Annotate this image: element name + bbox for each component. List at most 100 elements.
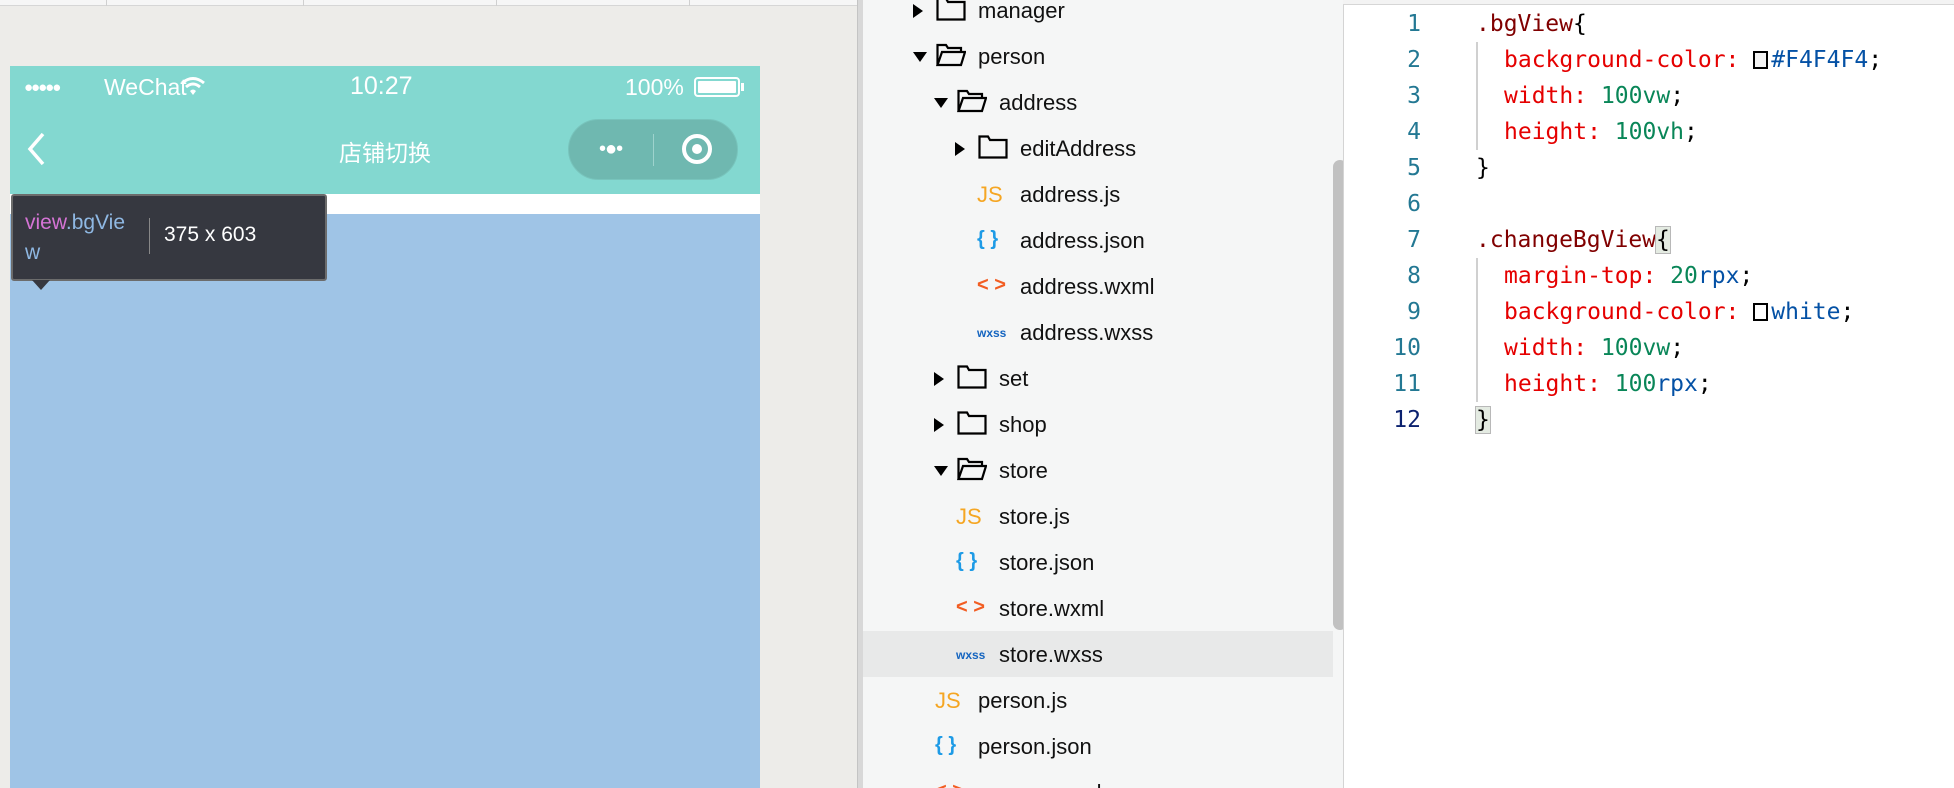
code-token: { bbox=[1572, 11, 1587, 37]
code-text: } bbox=[1476, 150, 1490, 186]
tooltip-arrow bbox=[32, 280, 50, 290]
js-file-icon: JS bbox=[935, 688, 961, 713]
indent-guide bbox=[1476, 330, 1478, 366]
code-line[interactable]: 5} bbox=[1344, 150, 1954, 186]
code-text: .bgView{ bbox=[1476, 6, 1587, 42]
folder-open-icon bbox=[957, 89, 987, 113]
tree-item-label: person.wxml bbox=[978, 780, 1101, 788]
tree-item-store-json[interactable]: { } store.json bbox=[863, 539, 1333, 585]
more-icon[interactable]: •●• bbox=[599, 138, 623, 161]
code-token: { bbox=[1655, 226, 1671, 254]
tree-item-label: manager bbox=[978, 0, 1065, 23]
line-number: 7 bbox=[1407, 227, 1421, 253]
tree-item-label: shop bbox=[999, 412, 1047, 437]
status-time: 10:27 bbox=[350, 72, 413, 100]
caret-right-icon[interactable] bbox=[934, 418, 944, 432]
tree-item-address-wxss[interactable]: wxss address.wxss bbox=[863, 309, 1333, 355]
tooltip-class: .bgVie bbox=[65, 211, 126, 234]
folder-open-icon bbox=[957, 457, 987, 481]
code-token: white bbox=[1771, 299, 1841, 325]
toolbar-separator bbox=[303, 0, 304, 6]
code-line[interactable]: 9 background-color: white; bbox=[1344, 294, 1954, 330]
caret-right-icon[interactable] bbox=[934, 372, 944, 386]
tree-item-label: address.js bbox=[1020, 182, 1121, 207]
indent-guide bbox=[1476, 114, 1478, 150]
code-line[interactable]: 3 width: 100vw; bbox=[1344, 78, 1954, 114]
tree-item-address[interactable]: address bbox=[863, 79, 1333, 125]
code-token: width: bbox=[1504, 83, 1601, 109]
tree-item-shop[interactable]: shop bbox=[863, 401, 1333, 447]
tree-item-set[interactable]: set bbox=[863, 355, 1333, 401]
json-file-icon: { } bbox=[935, 734, 957, 756]
code-token: rpx bbox=[1697, 263, 1740, 289]
line-number: 11 bbox=[1393, 371, 1421, 397]
tree-item-manager[interactable]: manager bbox=[863, 0, 1333, 33]
editor-tab-strip bbox=[1343, 0, 1954, 5]
caret-down-icon[interactable] bbox=[913, 52, 927, 62]
code-line[interactable]: 2 background-color: #F4F4F4; bbox=[1344, 42, 1954, 78]
line-number: 12 bbox=[1393, 407, 1421, 433]
code-text: background-color: white; bbox=[1504, 294, 1854, 330]
wxss-file-icon: wxss bbox=[977, 326, 1007, 340]
code-line[interactable]: 11 height: 100rpx; bbox=[1344, 366, 1954, 402]
code-token: 100vw bbox=[1600, 83, 1671, 109]
code-token: ; bbox=[1670, 83, 1685, 109]
tree-item-label: address bbox=[999, 90, 1078, 115]
caret-down-icon[interactable] bbox=[934, 98, 948, 108]
folder-open-icon bbox=[936, 43, 966, 67]
tree-item-address-js[interactable]: JS address.js bbox=[863, 171, 1333, 217]
code-line[interactable]: 10 width: 100vw; bbox=[1344, 330, 1954, 366]
color-swatch-icon[interactable] bbox=[1753, 303, 1769, 321]
code-token: #F4F4F4 bbox=[1771, 47, 1869, 73]
navigation-bar: ●●●●● WeChat 10:27 100% 店铺切换 •●• bbox=[10, 66, 760, 194]
code-token: .changeBgView bbox=[1476, 227, 1657, 253]
wxml-file-icon: < > bbox=[956, 596, 985, 618]
code-line[interactable]: 4 height: 100vh; bbox=[1344, 114, 1954, 150]
color-swatch-icon[interactable] bbox=[1753, 51, 1769, 69]
code-line[interactable]: 6 bbox=[1344, 186, 1954, 222]
tree-item-label: set bbox=[999, 366, 1029, 391]
code-line[interactable]: 12} bbox=[1344, 402, 1954, 438]
indent-guide bbox=[1476, 42, 1478, 78]
toolbar-separator bbox=[106, 0, 107, 6]
line-number: 8 bbox=[1407, 263, 1421, 289]
tree-item-address-json[interactable]: { } address.json bbox=[863, 217, 1333, 263]
wxml-file-icon: < > bbox=[977, 274, 1006, 296]
code-line[interactable]: 8 margin-top: 20rpx; bbox=[1344, 258, 1954, 294]
tree-item-store-js[interactable]: JS store.js bbox=[863, 493, 1333, 539]
code-token: } bbox=[1476, 155, 1490, 181]
tree-item-label: store bbox=[999, 458, 1048, 483]
code-token: height: bbox=[1504, 371, 1615, 397]
tree-item-person[interactable]: person bbox=[863, 33, 1333, 79]
code-text: } bbox=[1475, 402, 1491, 438]
caret-right-icon[interactable] bbox=[955, 142, 965, 156]
tree-item-label: person.js bbox=[978, 688, 1068, 713]
code-line[interactable]: 1 .bgView{ bbox=[1344, 6, 1954, 42]
tree-item-person-json[interactable]: { } person.json bbox=[863, 723, 1333, 769]
code-token: 20 bbox=[1670, 263, 1698, 289]
code-token: width: bbox=[1504, 335, 1601, 361]
code-token: ; bbox=[1840, 299, 1855, 325]
capsule-menu: •●• bbox=[568, 119, 738, 180]
json-file-icon: { } bbox=[956, 550, 978, 572]
tree-item-store[interactable]: store bbox=[863, 447, 1333, 493]
line-number: 10 bbox=[1393, 335, 1421, 361]
code-text: .changeBgView{ bbox=[1476, 222, 1671, 258]
tree-item-address-wxml[interactable]: < > address.wxml bbox=[863, 263, 1333, 309]
json-file-icon: { } bbox=[977, 228, 999, 250]
tree-item-person-wxml[interactable]: < > person.wxml bbox=[863, 769, 1333, 788]
tree-item-editAddress[interactable]: editAddress bbox=[863, 125, 1333, 171]
code-token: height: bbox=[1504, 119, 1615, 145]
close-miniprogram-icon[interactable] bbox=[682, 134, 712, 164]
line-number: 6 bbox=[1407, 191, 1421, 217]
code-text: height: 100vh; bbox=[1504, 114, 1698, 150]
tree-item-store-wxss[interactable]: wxss store.wxss bbox=[863, 631, 1333, 677]
tree-item-person-js[interactable]: JS person.js bbox=[863, 677, 1333, 723]
tree-item-store-wxml[interactable]: < > store.wxml bbox=[863, 585, 1333, 631]
caret-right-icon[interactable] bbox=[913, 4, 923, 18]
js-file-icon: JS bbox=[956, 504, 982, 529]
caret-down-icon[interactable] bbox=[934, 466, 948, 476]
code-text: height: 100rpx; bbox=[1504, 366, 1712, 402]
code-editor[interactable]: 1 .bgView{2 background-color: #F4F4F4; 3 wid… bbox=[1343, 0, 1954, 788]
code-line[interactable]: 7 .changeBgView{ bbox=[1344, 222, 1954, 258]
